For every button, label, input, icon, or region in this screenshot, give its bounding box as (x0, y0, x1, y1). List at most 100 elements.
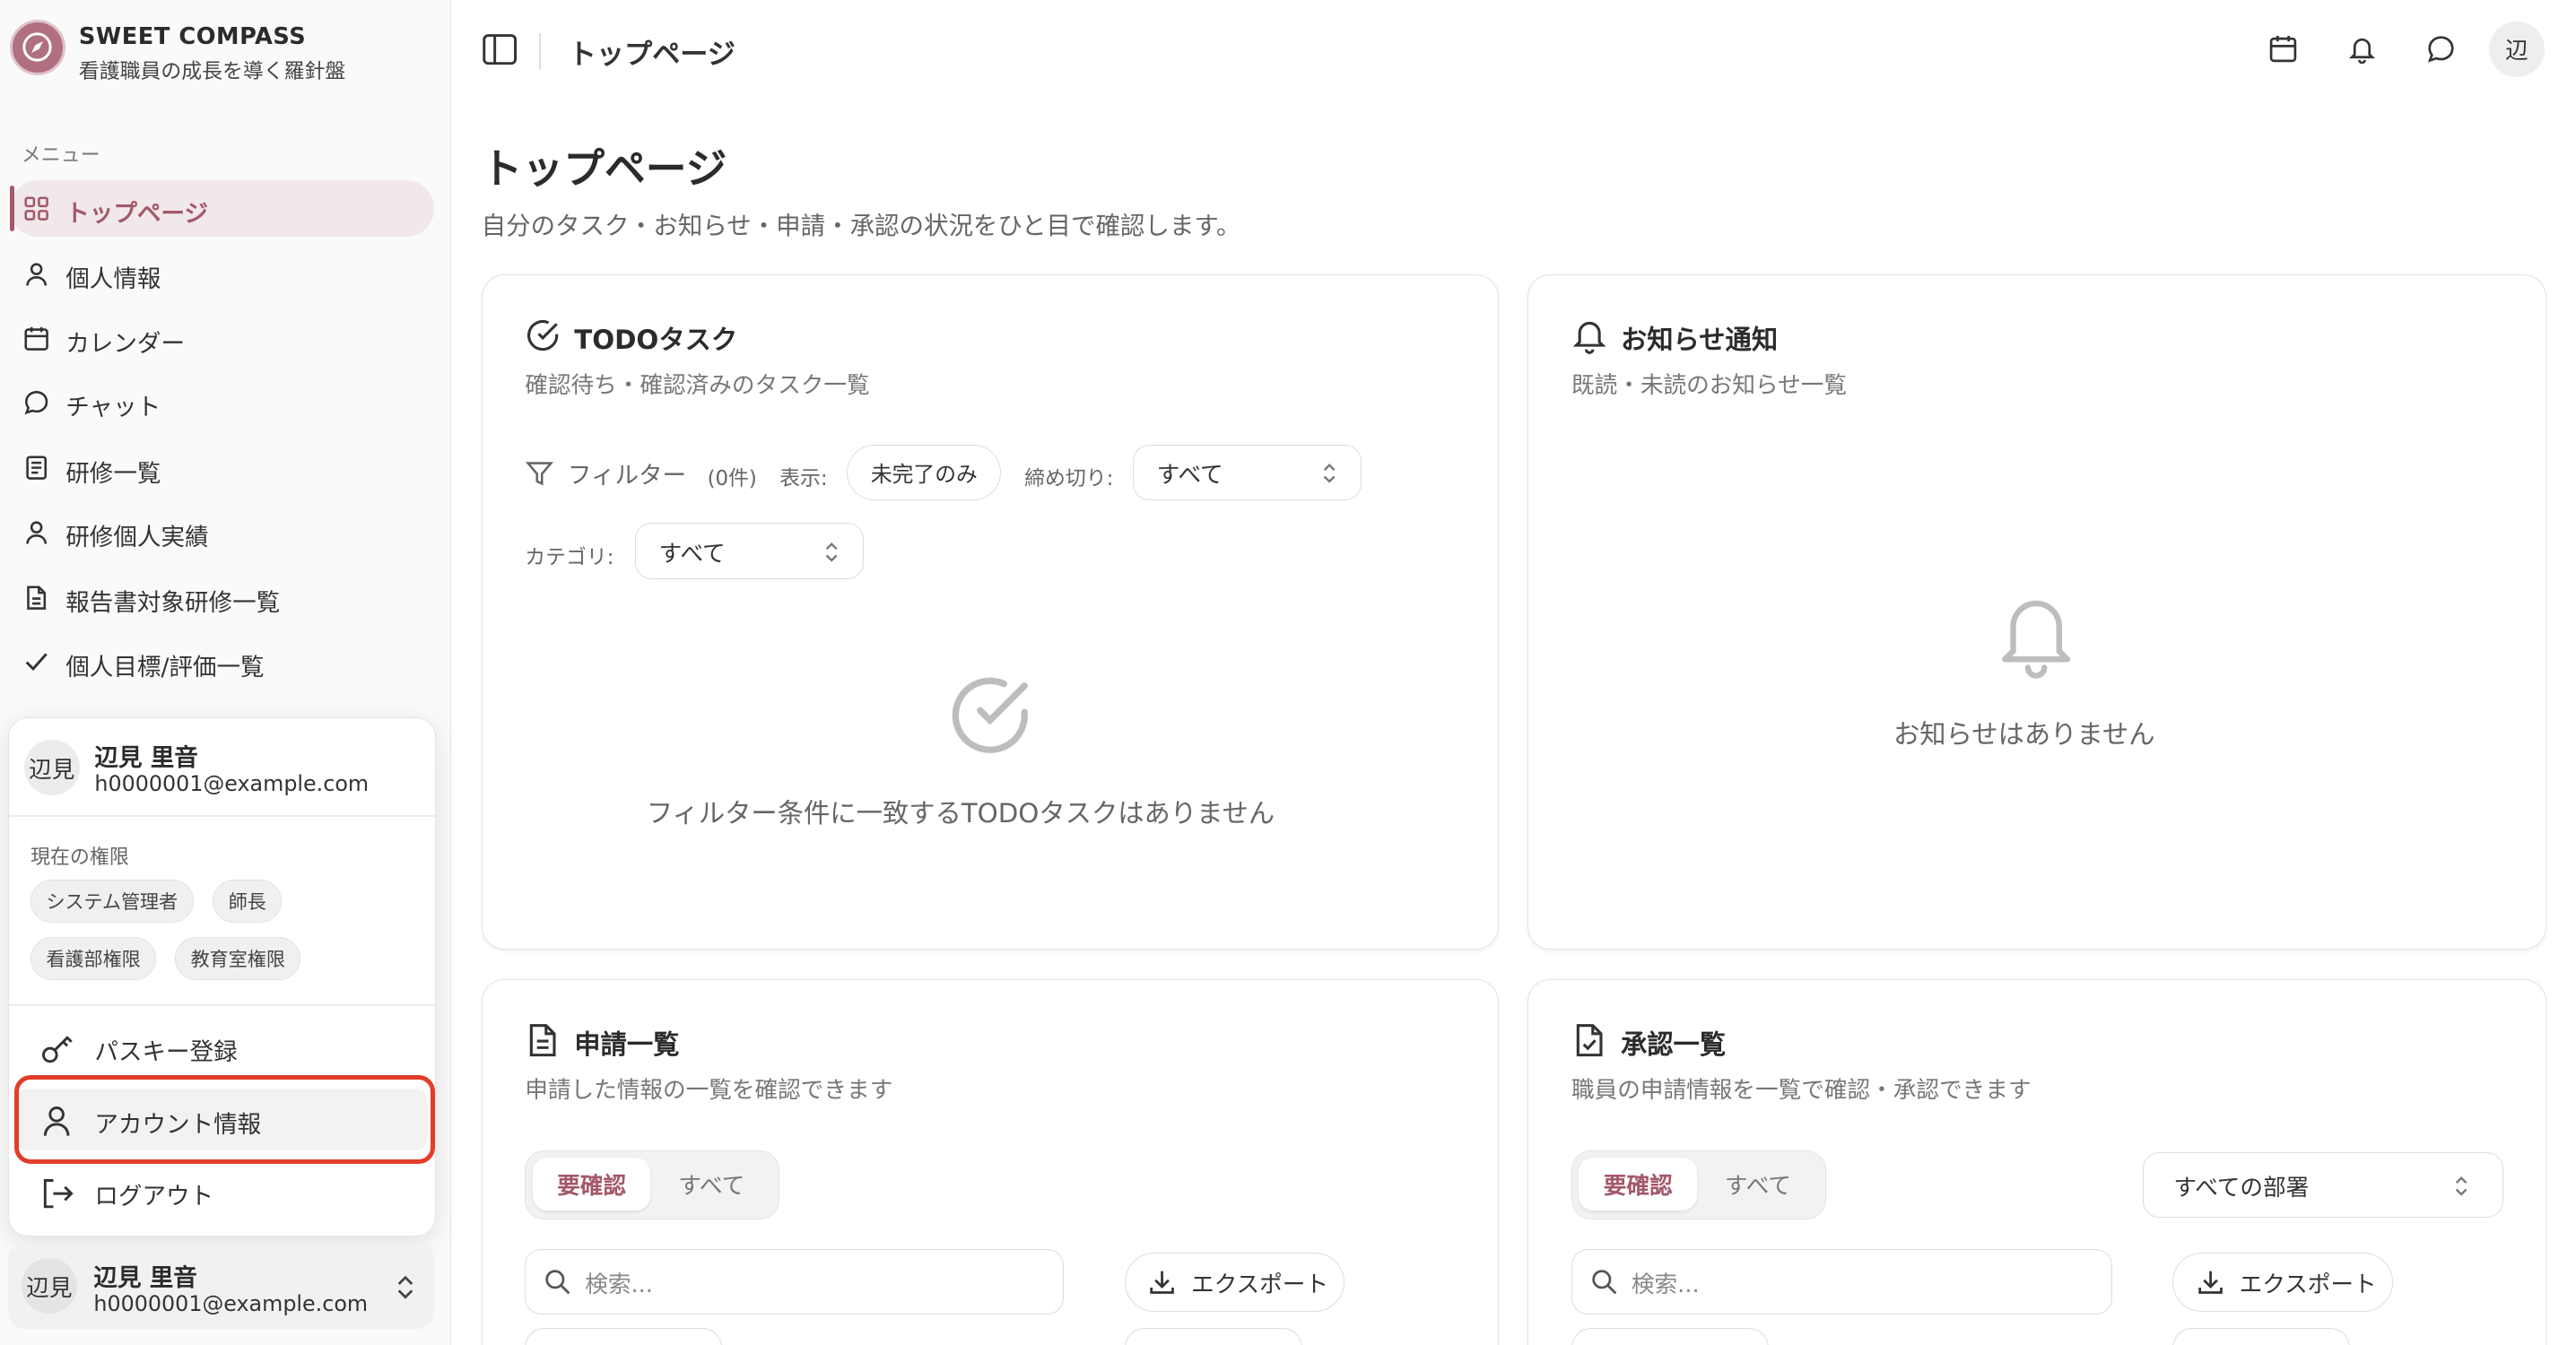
calendar-icon (24, 326, 48, 351)
chevron-up-down-icon (398, 1276, 413, 1299)
sidebar-item-training-record[interactable]: 研修個人実績 (10, 504, 434, 560)
sidebar-item-chat[interactable]: チャット (10, 375, 434, 430)
divider (538, 32, 541, 69)
avatar[interactable]: 辺 (2488, 21, 2546, 78)
check-circle-icon (952, 677, 1028, 753)
search-input[interactable]: 検索... (525, 1249, 1065, 1315)
card-title: TODOタスク (574, 325, 738, 356)
file-text-icon (26, 586, 46, 610)
secondary-control[interactable] (1571, 1327, 1769, 1345)
avatar: 辺見 (23, 740, 80, 796)
bell-icon (2002, 600, 2071, 679)
sidebar-item-label: 研修一覧 (65, 459, 161, 488)
user-menu-popup: 辺見 辺見 里音 h0000001@example.com 現在の権限 システム… (8, 717, 436, 1237)
export-label: エクスポート (2239, 1271, 2377, 1299)
calendar-icon[interactable] (2268, 34, 2298, 64)
deadline-select[interactable]: すべて (1132, 444, 1362, 500)
card-subtitle: 既読・未読のお知らせ一覧 (1571, 372, 1847, 400)
menu-section-label: メニュー (21, 143, 100, 167)
application-card: 申請一覧 申請した情報の一覧を確認できます 要確認 すべて 検索... エクスポ… (481, 978, 1499, 1345)
passkey-register-label: パスキー登録 (94, 1038, 238, 1067)
export-button[interactable]: エクスポート (2172, 1252, 2393, 1312)
check-circle-icon (527, 320, 559, 351)
category-label: カテゴリ: (525, 545, 614, 569)
sidebar-item-label: 報告書対象研修一覧 (65, 589, 281, 618)
approval-card: 承認一覧 職員の申請情報を一覧で確認・承認できます 要確認 すべて すべての部署… (1527, 978, 2547, 1345)
passkey-register-item[interactable]: パスキー登録 (15, 1016, 428, 1079)
sidebar-item-training-list[interactable]: 研修一覧 (10, 440, 434, 496)
card-subtitle: 申請した情報の一覧を確認できます (525, 1077, 893, 1105)
page-subtitle: 自分のタスク・お知らせ・申請・承認の状況をひと目で確認します。 (481, 212, 1241, 240)
sidebar-toggle-icon[interactable] (482, 31, 518, 67)
sidebar-item-goals[interactable]: 個人目標/評価一覧 (10, 634, 434, 690)
permission-chip: 教育室権限 (175, 937, 301, 980)
search-icon (1592, 1270, 1617, 1295)
user-icon (25, 521, 47, 544)
todo-card: TODOタスク 確認待ち・確認済みのタスク一覧 フィルター (0件) 表示: 未… (481, 273, 1499, 950)
divider (9, 1004, 435, 1006)
tab-needs-review[interactable]: 要確認 (532, 1158, 651, 1211)
chevron-up-down-icon (825, 542, 838, 562)
sidebar: SWEET COMPASS 看護職員の成長を導く羅針盤 メニュー トップページ … (0, 0, 451, 1345)
user-email: h0000001@example.com (94, 771, 370, 797)
chat-icon (24, 391, 48, 415)
filter-count: (0件) (707, 466, 757, 490)
export-button[interactable]: エクスポート (1124, 1252, 1345, 1312)
user-footer-button[interactable]: 辺見 辺見 里音 h0000001@example.com (8, 1243, 434, 1329)
search-placeholder: 検索... (1631, 1271, 1700, 1299)
sidebar-item-label: チャット (65, 394, 161, 422)
secondary-control[interactable] (1124, 1327, 1302, 1345)
search-input[interactable]: 検索... (1571, 1249, 2112, 1315)
chevron-up-down-icon (2455, 1176, 2467, 1196)
card-title: お知らせ通知 (1620, 325, 1779, 356)
compass-logo-icon (9, 19, 66, 76)
chevron-up-down-icon (1323, 463, 1336, 483)
search-icon (545, 1270, 570, 1295)
secondary-control[interactable] (2172, 1327, 2351, 1345)
topbar: トップページ 辺 (452, 0, 2576, 102)
tab-needs-review[interactable]: 要確認 (1579, 1158, 1698, 1211)
sidebar-item-label: 個人目標/評価一覧 (65, 653, 265, 681)
chat-icon[interactable] (2426, 34, 2456, 64)
avatar: 辺見 (21, 1258, 78, 1315)
sidebar-item-label: カレンダー (65, 329, 185, 358)
check-icon (25, 653, 48, 672)
search-placeholder: 検索... (585, 1271, 653, 1299)
sidebar-item-label: トップページ (65, 200, 209, 229)
file-check-icon (1576, 1024, 1603, 1057)
download-icon (2198, 1271, 2223, 1294)
user-email: h0000001@example.com (93, 1290, 369, 1316)
secondary-control[interactable] (525, 1327, 723, 1345)
sidebar-item-personal-info[interactable]: 個人情報 (10, 247, 434, 302)
user-name: 辺見 里音 (94, 744, 198, 773)
tab-all[interactable]: すべて (657, 1158, 766, 1210)
empty-state-text: フィルター条件に一致するTODOタスクはありません (646, 797, 1275, 829)
brand-tagline: 看護職員の成長を導く羅針盤 (78, 60, 346, 84)
permission-chip: 師長 (213, 879, 283, 923)
tab-all[interactable]: すべて (1704, 1158, 1813, 1210)
grid-icon (24, 196, 48, 221)
sidebar-item-label: 個人情報 (65, 265, 161, 294)
display-toggle[interactable]: 未完了のみ (847, 444, 1002, 500)
logout-item[interactable]: ログアウト (15, 1160, 428, 1223)
department-select-value: すべての部署 (2173, 1175, 2310, 1202)
sidebar-item-top-page[interactable]: トップページ (9, 180, 434, 237)
category-select[interactable]: すべて (634, 523, 864, 579)
sidebar-item-calendar[interactable]: カレンダー (10, 310, 434, 366)
sidebar-item-report-training[interactable]: 報告書対象研修一覧 (10, 570, 434, 626)
download-icon (1150, 1271, 1175, 1294)
department-select[interactable]: すべての部署 (2143, 1151, 2503, 1219)
permission-chip: 看護部権限 (30, 937, 157, 980)
topbar-title: トップページ (568, 38, 735, 71)
divider (9, 815, 435, 818)
export-label: エクスポート (1191, 1271, 1329, 1299)
deadline-label: 締め切り: (1024, 466, 1114, 490)
sidebar-item-label: 研修個人実績 (65, 523, 209, 551)
bell-icon (1572, 322, 1606, 354)
deadline-select-value: すべて (1156, 462, 1223, 490)
empty-state-text: お知らせはありません (1893, 718, 2155, 750)
card-title: 承認一覧 (1620, 1029, 1727, 1061)
key-icon (42, 1036, 73, 1063)
display-label: 表示: (779, 466, 828, 490)
bell-icon[interactable] (2347, 34, 2377, 65)
